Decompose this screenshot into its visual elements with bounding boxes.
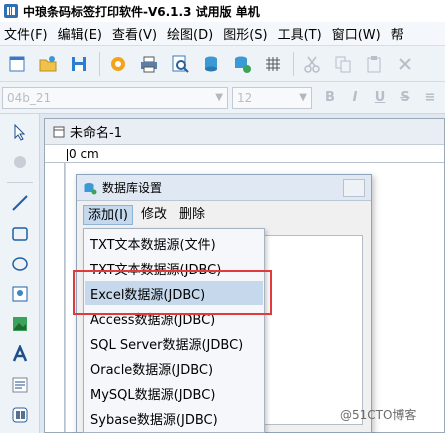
paragraph-tool[interactable] (7, 373, 33, 397)
save-disk-icon (72, 56, 86, 71)
grid-icon (266, 56, 280, 71)
save-button[interactable] (66, 51, 92, 77)
chevron-down-icon: ▼ (215, 92, 223, 103)
print-preview-icon (172, 55, 189, 73)
open-button[interactable] (35, 51, 61, 77)
align-left-icon[interactable]: ≡ (423, 90, 437, 105)
rectangle-icon (11, 226, 28, 241)
add-menu[interactable]: 添加(I) (83, 205, 133, 225)
menu-file[interactable]: 文件(F) (0, 24, 54, 43)
palette-separator (6, 182, 33, 184)
delete-menu[interactable]: 删除 (175, 205, 209, 225)
ruler-tick (67, 149, 68, 161)
menu-item-oracle-jdbc[interactable]: Oracle数据源(JDBC) (85, 356, 263, 380)
watermark: @51CTO博客 (340, 408, 417, 422)
database-settings-button[interactable] (229, 51, 255, 77)
barcode-tool[interactable] (7, 403, 33, 427)
menu-draw[interactable]: 绘图(D) (163, 24, 219, 43)
print-preview-button[interactable] (167, 51, 193, 77)
toolbar-separator (99, 51, 100, 76)
copy-button[interactable] (330, 51, 356, 77)
rectangle-tool[interactable] (7, 222, 33, 246)
chevron-down-icon: ▼ (299, 92, 307, 103)
new-document-icon (9, 56, 25, 71)
datasource-list[interactable] (263, 235, 363, 425)
italic-icon[interactable]: I (348, 90, 362, 105)
menu-help[interactable]: 帮 (387, 24, 410, 43)
cut-button[interactable] (299, 51, 325, 77)
paste-icon (367, 55, 381, 72)
tool-palette (0, 114, 40, 433)
menu-item-sqlserver-jdbc[interactable]: SQL Server数据源(JDBC) (85, 331, 263, 355)
database-button[interactable] (198, 51, 224, 77)
image-tool[interactable] (7, 282, 33, 306)
horizontal-ruler: 0 cm (45, 145, 444, 163)
menu-bar: 文件(F) 编辑(E) 查看(V) 绘图(D) 图形(S) 工具(T) 窗口(W… (0, 22, 445, 46)
format-toolbar: 04b_21 ▼ 12 ▼ B I U S ≡ (0, 82, 445, 114)
delete-button[interactable] (392, 51, 418, 77)
font-name-value: 04b_21 (7, 90, 52, 105)
menu-shape[interactable]: 图形(S) (219, 24, 273, 43)
text-tool[interactable] (7, 342, 33, 366)
database-gear-icon (84, 182, 97, 194)
document-title: 未命名-1 (70, 126, 122, 141)
font-name-select[interactable]: 04b_21 ▼ (2, 86, 228, 109)
document-icon (53, 126, 65, 137)
font-size-select[interactable]: 12 ▼ (232, 86, 312, 109)
modify-menu[interactable]: 修改 (137, 205, 171, 225)
settings-button[interactable] (105, 51, 131, 77)
scissors-icon (304, 56, 320, 73)
pointer-arrow-icon (14, 123, 25, 141)
menu-edit[interactable]: 编辑(E) (54, 24, 108, 43)
dialog-title-bar: 数据库设置 (77, 175, 371, 201)
vertical-ruler (45, 163, 65, 432)
new-button[interactable] (4, 51, 30, 77)
barcode-icon (12, 407, 27, 423)
picture-icon (12, 317, 27, 332)
add-datasource-dropdown: TXT文本数据源(文件) TXT文本数据源(JDBC) Excel数据源(JDB… (83, 228, 265, 433)
font-size-value: 12 (237, 90, 253, 105)
bold-icon[interactable]: B (323, 90, 337, 105)
line-icon (11, 195, 28, 212)
database-gear-icon (235, 56, 251, 73)
toolbar-separator (293, 51, 294, 76)
menu-view[interactable]: 查看(V) (108, 24, 163, 43)
red-highlight-annotation (73, 270, 272, 315)
ellipse-icon (11, 257, 28, 271)
document-tab[interactable]: 未命名-1 (45, 119, 444, 145)
image-frame-icon (12, 286, 27, 302)
menu-item-mysql-jdbc[interactable]: MySQL数据源(JDBC) (85, 381, 263, 405)
underline-icon[interactable]: U (373, 90, 387, 105)
strikethrough-icon[interactable]: S (398, 90, 412, 105)
database-icon (205, 56, 217, 71)
grid-button[interactable] (260, 51, 286, 77)
close-x-icon (399, 57, 411, 70)
pan-tool[interactable] (7, 150, 33, 174)
menu-item-txt-file[interactable]: TXT文本数据源(文件) (85, 231, 263, 255)
title-bar: 中琅条码标签打印软件-V6.1.3 试用版 单机 (0, 0, 445, 22)
paste-button[interactable] (361, 51, 387, 77)
picture-tool[interactable] (7, 312, 33, 336)
copy-icon (335, 56, 351, 72)
window-title: 中琅条码标签打印软件-V6.1.3 试用版 单机 (23, 4, 260, 19)
print-button[interactable] (136, 51, 162, 77)
ellipse-tool[interactable] (7, 252, 33, 276)
menu-item-sybase-jdbc[interactable]: Sybase数据源(JDBC) (85, 406, 263, 430)
gear-icon (111, 56, 125, 71)
line-tool[interactable] (7, 191, 33, 215)
text-a-icon (12, 345, 27, 362)
folder-open-icon (39, 55, 57, 71)
ruler-label: 0 cm (69, 147, 99, 161)
menu-tools[interactable]: 工具(T) (274, 24, 328, 43)
main-toolbar (0, 46, 445, 82)
dialog-menu-bar: 添加(I) 修改 删除 (83, 204, 213, 226)
dialog-close-button[interactable] (343, 179, 365, 197)
dialog-title: 数据库设置 (102, 181, 163, 195)
menu-window[interactable]: 窗口(W) (328, 24, 387, 43)
hand-icon (13, 156, 26, 169)
app-logo-icon (4, 4, 18, 18)
paragraph-text-icon (12, 377, 27, 393)
select-tool[interactable] (7, 120, 33, 144)
printer-icon (141, 56, 157, 72)
